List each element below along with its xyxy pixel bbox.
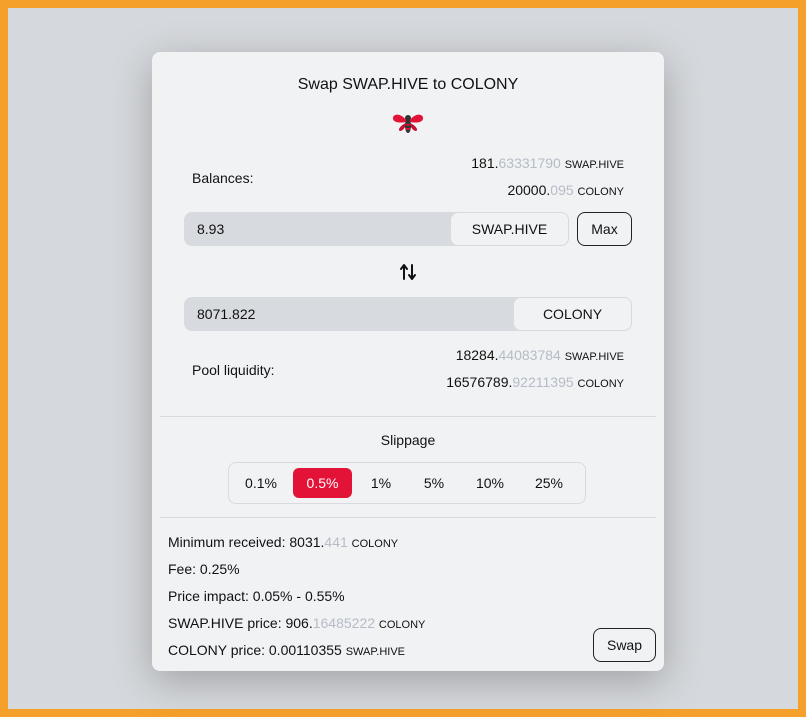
swaphive-price: SWAP.HIVE price: 906.16485222 COLONY	[168, 615, 426, 631]
colony-price: COLONY price: 0.00110355 SWAP.HIVE	[168, 642, 406, 658]
divider	[160, 517, 656, 518]
to-token-button[interactable]: COLONY	[513, 297, 632, 331]
pool-to: 16576789.92211395 COLONY	[446, 374, 624, 390]
slippage-option-1[interactable]: 1%	[355, 468, 407, 498]
swap-button[interactable]: Swap	[593, 628, 656, 662]
from-token-button[interactable]: SWAP.HIVE	[450, 212, 569, 246]
slippage-option-0.5[interactable]: 0.5%	[293, 468, 352, 498]
balance-from: 181.63331790 SWAP.HIVE	[471, 155, 624, 171]
pool-from: 18284.44083784 SWAP.HIVE	[455, 347, 624, 363]
to-amount-input[interactable]	[197, 298, 437, 330]
pool-liquidity-label: Pool liquidity:	[192, 362, 275, 378]
from-amount-input[interactable]	[197, 213, 437, 245]
slippage-option-25[interactable]: 25%	[520, 468, 578, 498]
swap-arrows-icon[interactable]	[400, 263, 416, 281]
from-amount-field: SWAP.HIVE	[184, 212, 569, 246]
price-impact-text: Price impact: 0.05% - 0.55%	[168, 588, 345, 604]
balance-to: 20000.095 COLONY	[507, 182, 624, 198]
swap-card: Swap SWAP.HIVE to COLONY Balances: 181.6…	[152, 52, 664, 671]
balances-label: Balances:	[192, 170, 254, 186]
bee-icon	[392, 114, 424, 133]
slippage-option-10[interactable]: 10%	[461, 468, 519, 498]
slippage-option-5[interactable]: 5%	[408, 468, 460, 498]
page-title: Swap SWAP.HIVE to COLONY	[297, 76, 519, 93]
slippage-options: 0.1% 0.5% 1% 5% 10% 25%	[228, 462, 586, 504]
divider	[160, 416, 656, 417]
to-amount-field: COLONY	[184, 297, 632, 331]
slippage-label: Slippage	[380, 432, 436, 448]
fee-text: Fee: 0.25%	[168, 561, 240, 577]
minimum-received: Minimum received: 8031.441 COLONY	[168, 534, 399, 550]
max-button[interactable]: Max	[577, 212, 632, 246]
slippage-option-0.1[interactable]: 0.1%	[235, 468, 287, 498]
